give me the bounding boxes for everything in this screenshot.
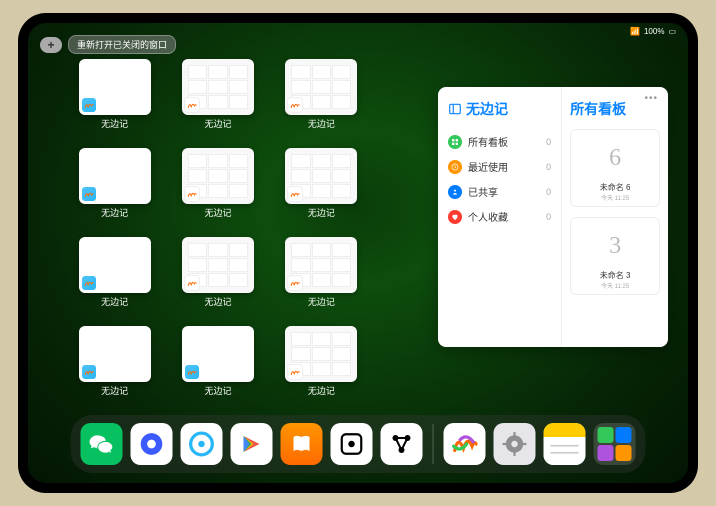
window-label: 无边记 [308,295,335,308]
window-label: 无边记 [101,117,128,130]
window-thumb[interactable]: 无边记 [68,237,161,308]
window-thumb[interactable]: 无边记 [275,148,368,219]
dock [71,415,646,473]
window-thumb[interactable]: 无边记 [275,326,368,397]
window-label: 无边记 [308,117,335,130]
panel-sidebar: 无边记 所有看板0最近使用0已共享0个人收藏0 [438,87,562,347]
dock-notes[interactable] [544,423,586,465]
window-label: 无边记 [204,117,231,130]
window-thumb[interactable]: 无边记 [171,326,264,397]
window-label: 无边记 [204,384,231,397]
new-window-button[interactable]: + [40,37,62,53]
sidebar-item[interactable]: 已共享0 [448,179,551,204]
dock-obsidian[interactable] [381,423,423,465]
window-thumb[interactable]: 无边记 [171,148,264,219]
window-thumb[interactable]: 无边记 [68,148,161,219]
window-label: 无边记 [101,295,128,308]
window-thumb[interactable]: 无边记 [171,59,264,130]
battery-text: 100% [644,27,664,36]
status-bar: 📶 100% ▭ [630,27,676,36]
freeform-app-icon [287,275,303,291]
dock-wechat[interactable] [81,423,123,465]
freeform-app-icon [287,186,303,202]
freeform-app-icon [287,97,303,113]
more-icon[interactable]: ••• [644,93,658,104]
dock-app-library[interactable] [594,423,636,465]
sidebar-icon [448,102,462,116]
window-thumb[interactable]: 无边记 [275,59,368,130]
top-left-controls: + 重新打开已关闭的窗口 [40,35,176,54]
dock-books[interactable] [281,423,323,465]
freeform-app-icon [81,364,97,380]
panel-content: 所有看板 6未命名 6今天 11:253未命名 3今天 11:25 [562,87,668,347]
app-switcher-grid: 无边记无边记无边记无边记无边记无边记无边记无边记无边记无边记无边记无边记 [68,59,368,397]
board-item[interactable]: 6未命名 6今天 11:25 [570,129,660,207]
screen: 📶 100% ▭ + 重新打开已关闭的窗口 无边记无边记无边记无边记无边记无边记… [28,23,688,483]
freeform-app-icon [81,275,97,291]
dock-quark[interactable] [131,423,173,465]
window-label: 无边记 [308,384,335,397]
freeform-app-icon [287,364,303,380]
sidebar-item[interactable]: 最近使用0 [448,154,551,179]
reopen-closed-window-button[interactable]: 重新打开已关闭的窗口 [68,35,176,54]
window-thumb[interactable]: 无边记 [68,326,161,397]
board-thumb: 6 [575,134,655,182]
freeform-app-icon [184,186,200,202]
window-thumb[interactable]: 无边记 [171,237,264,308]
freeform-app-icon [81,186,97,202]
dock-dice[interactable] [331,423,373,465]
window-thumb[interactable]: 无边记 [68,59,161,130]
wifi-icon: 📶 [630,27,640,36]
freeform-panel[interactable]: ••• 无边记 所有看板0最近使用0已共享0个人收藏0 所有看板 6未命名 6今… [438,87,668,347]
freeform-app-icon [184,275,200,291]
dock-freeform[interactable] [444,423,486,465]
freeform-app-icon [184,97,200,113]
clock-icon [448,160,462,174]
freeform-app-icon [81,97,97,113]
window-thumb[interactable]: 无边记 [275,237,368,308]
window-label: 无边记 [101,384,128,397]
share-icon [448,185,462,199]
panel-left-title: 无边记 [448,99,551,119]
board-thumb: 3 [575,222,655,270]
dock-qqbrowser[interactable] [181,423,223,465]
grid-icon [448,135,462,149]
board-item[interactable]: 3未命名 3今天 11:25 [570,217,660,295]
window-label: 无边记 [204,206,231,219]
window-label: 无边记 [101,206,128,219]
dock-settings[interactable] [494,423,536,465]
sidebar-item[interactable]: 所有看板0 [448,129,551,154]
sidebar-item[interactable]: 个人收藏0 [448,204,551,229]
freeform-app-icon [184,364,200,380]
window-label: 无边记 [204,295,231,308]
battery-icon: ▭ [668,27,676,36]
ipad-frame: 📶 100% ▭ + 重新打开已关闭的窗口 无边记无边记无边记无边记无边记无边记… [18,13,698,493]
dock-play[interactable] [231,423,273,465]
heart-icon [448,210,462,224]
window-label: 无边记 [308,206,335,219]
dock-separator [433,424,434,464]
